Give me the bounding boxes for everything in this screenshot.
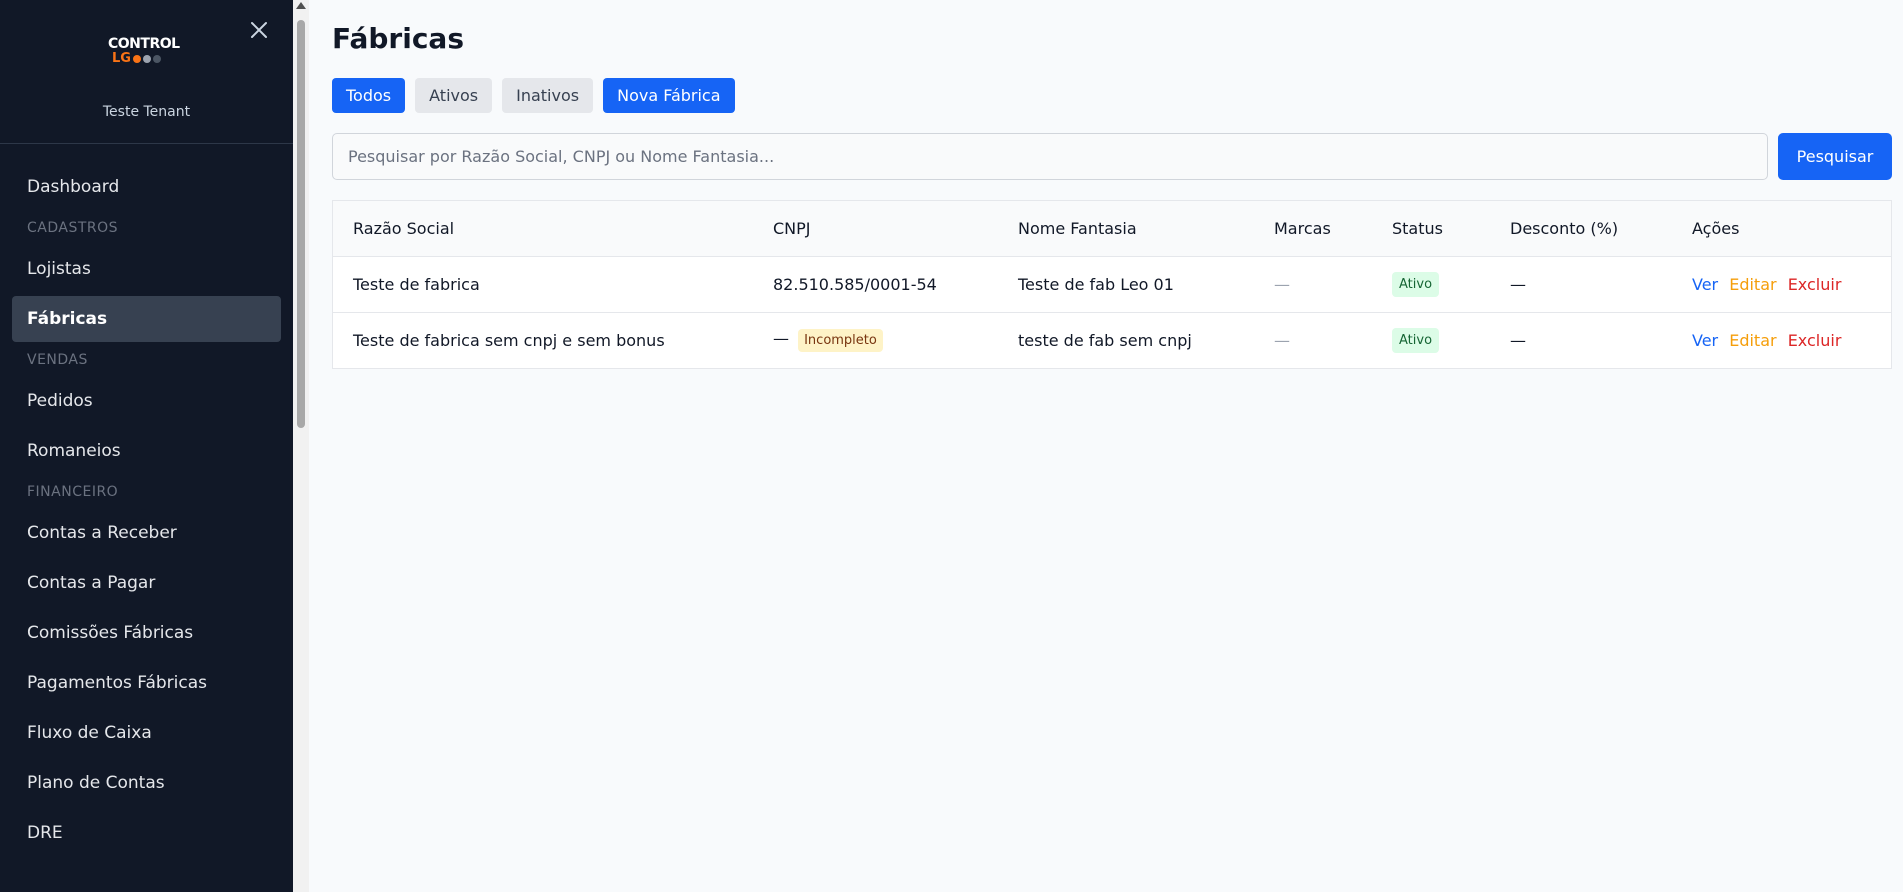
cell-marcas: — (1254, 311, 1372, 368)
scroll-up-arrow-icon[interactable] (296, 2, 306, 9)
logo-text-top: CONTROL (108, 36, 180, 52)
cell-acoes: Ver Editar Excluir (1672, 255, 1891, 312)
sidebar-item-plano-contas[interactable]: Plano de Contas (12, 760, 281, 806)
cell-cnpj: 82.510.585/0001-54 (753, 255, 998, 312)
sidebar-section-vendas: VENDAS (27, 352, 88, 368)
filter-bar: Todos Ativos Inativos Nova Fábrica (332, 78, 735, 113)
column-header-desconto: Desconto (%) (1490, 201, 1672, 256)
scrollbar[interactable] (293, 0, 309, 892)
sidebar-item-pedidos[interactable]: Pedidos (12, 378, 281, 424)
cell-razao-social: Teste de fabrica sem cnpj e sem bonus (333, 311, 753, 368)
cell-acoes: Ver Editar Excluir (1672, 311, 1891, 368)
cell-nome-fantasia: teste de fab sem cnpj (998, 311, 1254, 368)
cell-razao-social: Teste de fabrica (333, 255, 753, 312)
page-title: Fábricas (332, 22, 464, 55)
search-row: Pesquisar (332, 133, 1892, 180)
cnpj-value: 82.510.585/0001-54 (773, 274, 937, 294)
column-header-marcas: Marcas (1254, 201, 1372, 256)
sidebar-section-financeiro: FINANCEIRO (27, 484, 119, 500)
column-header-nome-fantasia: Nome Fantasia (998, 201, 1254, 256)
tenant-name: Teste Tenant (102, 104, 191, 120)
new-factory-button[interactable]: Nova Fábrica (603, 78, 735, 113)
cell-cnpj: — Incompleto (753, 311, 998, 368)
status-badge: Ativo (1392, 327, 1440, 353)
sidebar-nav: Dashboard CADASTROS Lojistas Fábricas VE… (0, 144, 293, 856)
incomplete-badge: Incompleto (798, 328, 883, 352)
sidebar-item-contas-receber[interactable]: Contas a Receber (12, 510, 281, 556)
delete-link[interactable]: Excluir (1788, 275, 1842, 294)
sidebar-item-fluxo-caixa[interactable]: Fluxo de Caixa (12, 710, 281, 756)
scroll-thumb[interactable] (297, 20, 305, 428)
edit-link[interactable]: Editar (1729, 331, 1776, 350)
sidebar-header: CONTROL LG Teste Tenant (0, 0, 293, 144)
sidebar-item-contas-pagar[interactable]: Contas a Pagar (12, 560, 281, 606)
sidebar-item-dashboard[interactable]: Dashboard (12, 164, 281, 210)
column-header-status: Status (1372, 201, 1490, 256)
status-badge: Ativo (1392, 271, 1440, 297)
sidebar-item-romaneios[interactable]: Romaneios (12, 428, 281, 474)
logo-text-bottom: LG (112, 51, 131, 66)
cell-desconto: — (1490, 311, 1672, 368)
filter-inativos-button[interactable]: Inativos (502, 78, 594, 113)
view-link[interactable]: Ver (1692, 275, 1718, 294)
column-header-razao-social: Razão Social (333, 201, 753, 256)
cell-status: Ativo (1372, 311, 1490, 368)
close-icon (251, 22, 267, 38)
column-header-cnpj: CNPJ (753, 201, 998, 256)
cell-desconto: — (1490, 255, 1672, 312)
table-row: Teste de fabrica 82.510.585/0001-54 Test… (333, 255, 1891, 312)
cell-marcas: — (1254, 255, 1372, 312)
edit-link[interactable]: Editar (1729, 275, 1776, 294)
logo-dot-1 (132, 55, 141, 63)
logo: CONTROL LG (108, 36, 180, 72)
table-row: Teste de fabrica sem cnpj e sem bonus — … (333, 311, 1891, 368)
cell-status: Ativo (1372, 255, 1490, 312)
sidebar: CONTROL LG Teste Tenant Dashboard CADAST… (0, 0, 293, 892)
sidebar-item-lojistas[interactable]: Lojistas (12, 246, 281, 292)
close-sidebar-button[interactable] (247, 18, 271, 42)
filter-ativos-button[interactable]: Ativos (415, 78, 493, 113)
cell-nome-fantasia: Teste de fab Leo 01 (998, 255, 1254, 312)
sidebar-item-comissoes-fabricas[interactable]: Comissões Fábricas (12, 610, 281, 656)
cnpj-value: — (773, 328, 789, 348)
search-input[interactable] (332, 133, 1768, 180)
sidebar-item-pagamentos-fabricas[interactable]: Pagamentos Fábricas (12, 660, 281, 706)
sidebar-item-dre[interactable]: DRE (12, 810, 281, 856)
search-button[interactable]: Pesquisar (1778, 133, 1892, 180)
filter-todos-button[interactable]: Todos (332, 78, 406, 113)
factories-table: Razão Social CNPJ Nome Fantasia Marcas S… (332, 200, 1892, 369)
view-link[interactable]: Ver (1692, 331, 1718, 350)
column-header-acoes: Ações (1672, 201, 1891, 256)
delete-link[interactable]: Excluir (1788, 331, 1842, 350)
sidebar-section-cadastros: CADASTROS (27, 220, 119, 236)
logo-dot-2 (142, 55, 151, 63)
logo-dot-3 (152, 55, 161, 63)
logo-bottom: LG (112, 52, 180, 66)
table-header-row: Razão Social CNPJ Nome Fantasia Marcas S… (333, 201, 1891, 256)
sidebar-item-fabricas[interactable]: Fábricas (12, 296, 281, 342)
